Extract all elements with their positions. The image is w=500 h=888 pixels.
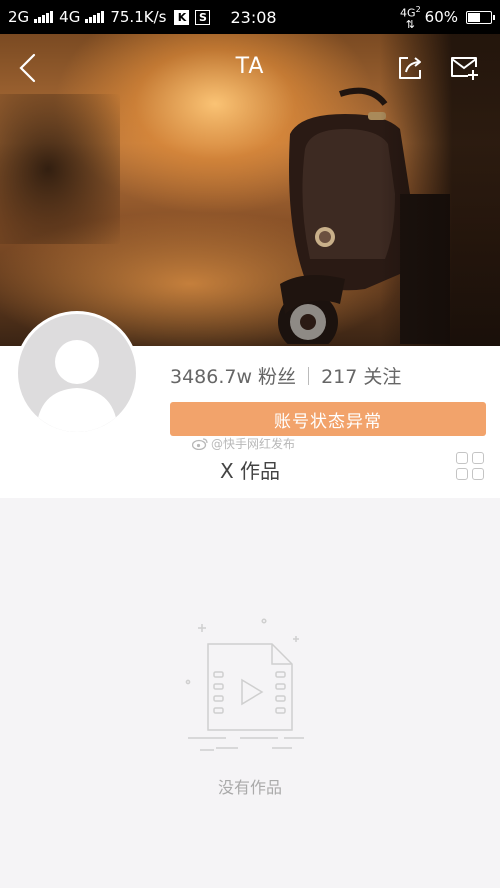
grid-icon [456,452,468,464]
network-4g-label: 4G [59,8,81,26]
signal-2g-icon [34,11,54,23]
message-icon [451,57,478,80]
watermark-text: @快手网红发布 [211,437,296,451]
stats-divider [308,366,310,385]
watermark: @快手网红发布 [192,435,295,452]
status-bar: 2G 4G 75.1K/s K S 23:08 4G2 ⇅ 60% [0,0,500,34]
share-button[interactable] [392,50,428,86]
following-count[interactable]: 217 关注 [321,362,401,389]
avatar[interactable] [15,311,139,435]
message-button[interactable] [446,50,482,86]
default-avatar-icon [36,340,118,432]
video-file-icon [185,618,304,751]
network-2g-label: 2G [8,8,30,26]
followers-count[interactable]: 3486.7w 粉丝 [170,362,296,389]
grid-view-button[interactable] [456,452,484,480]
battery-icon [466,10,495,24]
share-icon [399,57,421,79]
s-app-icon: S [195,9,211,25]
k-app-icon: K [174,9,190,25]
account-status-button[interactable]: 账号状态异常 [170,402,486,436]
follow-stats: 3486.7w 粉丝 217 关注 [170,362,401,389]
network-speed: 75.1K/s [110,8,167,26]
network-4g-right-icon: 4G2 ⇅ [400,5,421,31]
weibo-icon [192,438,208,450]
profile-screen: 2G 4G 75.1K/s K S 23:08 4G2 ⇅ 60% TA 348… [0,0,500,888]
battery-percent: 60% [424,8,458,26]
clock: 23:08 [230,7,277,27]
empty-works-text: 没有作品 [217,778,282,797]
works-tab-title[interactable]: X 作品 [0,455,500,484]
cover-image: TA [0,34,500,346]
signal-4g-icon [85,11,105,23]
